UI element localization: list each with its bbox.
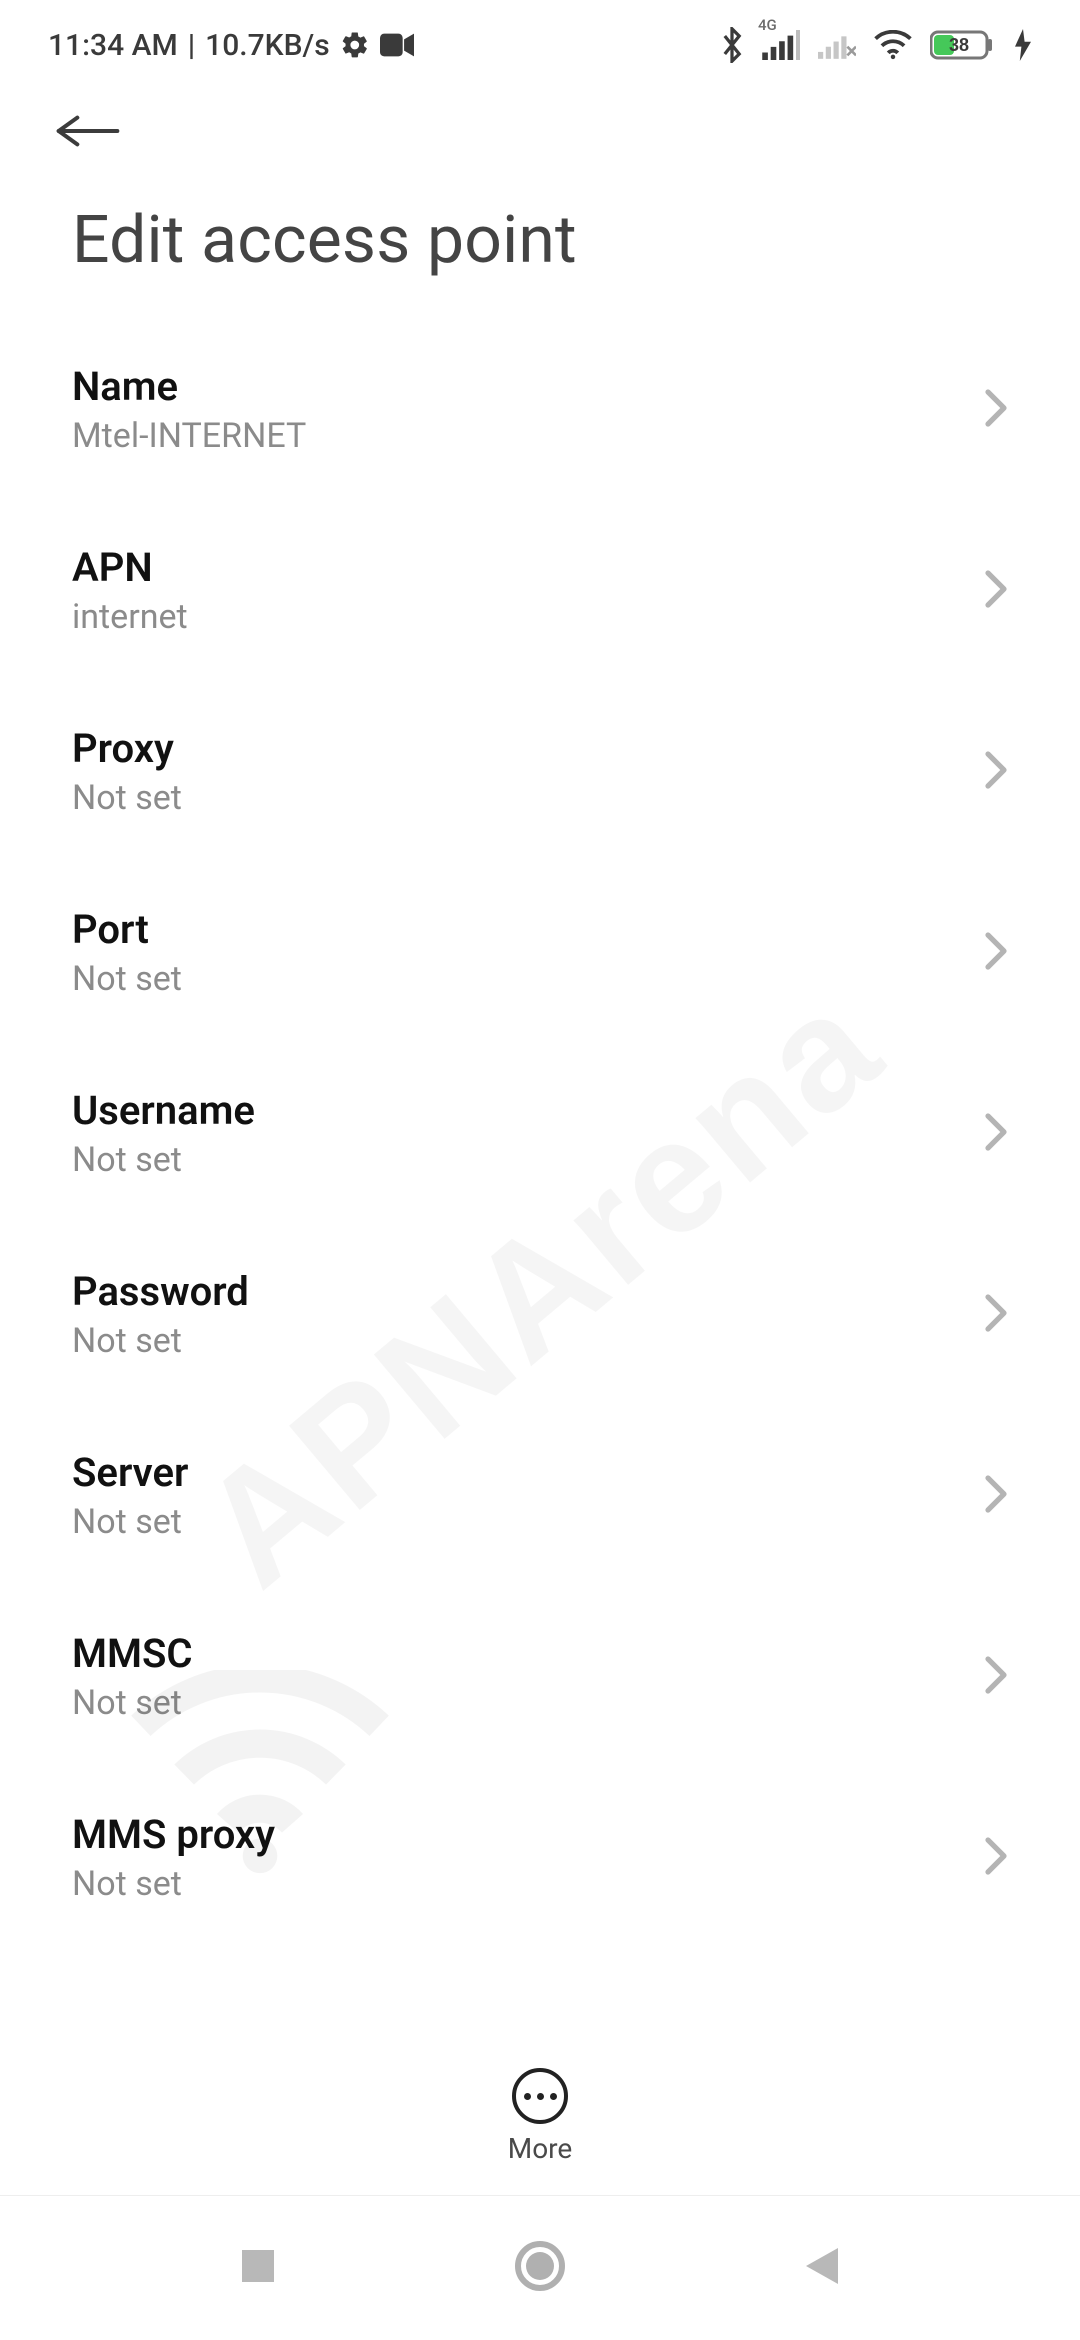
item-label: APN	[72, 544, 188, 591]
chevron-right-icon	[984, 1293, 1008, 1337]
chevron-right-icon	[984, 569, 1008, 613]
watermark-wifi-icon	[130, 1670, 390, 1894]
more-icon	[524, 2093, 557, 2100]
chevron-right-icon	[984, 1112, 1008, 1156]
chevron-right-icon	[984, 1836, 1008, 1880]
item-value: Not set	[72, 1321, 249, 1361]
page-title: Edit access point	[0, 178, 1080, 319]
apn-item-proxy[interactable]: Proxy Not set	[0, 681, 1080, 862]
charging-icon	[1014, 29, 1032, 61]
settings-icon	[340, 30, 370, 60]
signal-sim2-icon	[818, 30, 856, 60]
wifi-icon	[874, 30, 912, 60]
system-nav-bar	[0, 2195, 1080, 2340]
video-icon	[380, 33, 414, 57]
apn-item-password[interactable]: Password Not set	[0, 1224, 1080, 1405]
status-bar: 11:34 AM | 10.7KB/s 4G	[0, 0, 1080, 90]
item-label: Server	[72, 1449, 188, 1496]
nav-recent-button[interactable]	[238, 2246, 278, 2290]
status-speed: 10.7KB/s	[205, 28, 330, 63]
battery-icon: 38	[930, 29, 996, 61]
item-value: Not set	[72, 1502, 188, 1542]
item-label: Name	[72, 363, 306, 410]
item-value: Not set	[72, 778, 182, 818]
item-label: Proxy	[72, 725, 182, 772]
apn-item-port[interactable]: Port Not set	[0, 862, 1080, 1043]
chevron-right-icon	[984, 931, 1008, 975]
nav-back-button[interactable]	[802, 2244, 842, 2292]
item-value: Not set	[72, 1140, 255, 1180]
item-value: Mtel-INTERNET	[72, 416, 306, 456]
more-button[interactable]	[512, 2068, 568, 2124]
chevron-right-icon	[984, 750, 1008, 794]
apn-item-name[interactable]: Name Mtel-INTERNET	[0, 319, 1080, 500]
apn-item-server[interactable]: Server Not set	[0, 1405, 1080, 1586]
apn-settings-list: Name Mtel-INTERNET APN internet Proxy No…	[0, 319, 1080, 2340]
item-label: Password	[72, 1268, 249, 1315]
chevron-right-icon	[984, 388, 1008, 432]
status-time: 11:34 AM	[48, 28, 178, 63]
apn-item-apn[interactable]: APN internet	[0, 500, 1080, 681]
item-value: internet	[72, 597, 188, 637]
svg-text:38: 38	[949, 35, 969, 55]
item-label: Port	[72, 906, 182, 953]
signal-sim1-icon: 4G	[762, 30, 800, 60]
nav-home-button[interactable]	[514, 2240, 566, 2296]
bluetooth-icon	[720, 27, 744, 63]
apn-item-username[interactable]: Username Not set	[0, 1043, 1080, 1224]
chevron-right-icon	[984, 1474, 1008, 1518]
item-value: Not set	[72, 959, 182, 999]
item-label: Username	[72, 1087, 255, 1134]
chevron-right-icon	[984, 1655, 1008, 1699]
back-button[interactable]	[56, 108, 120, 158]
